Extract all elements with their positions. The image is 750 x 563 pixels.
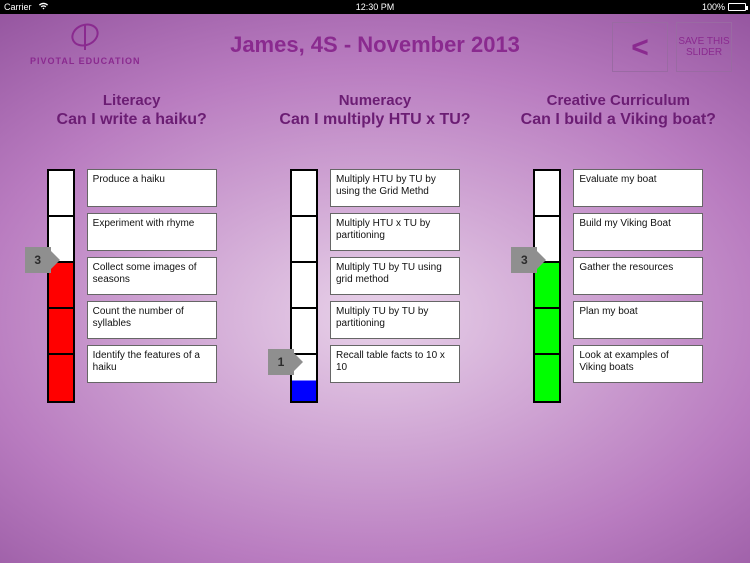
- battery-pct: 100%: [702, 2, 725, 12]
- step-item: Count the number of syllables: [87, 301, 217, 339]
- columns-row: 3 Produce a haiku Experiment with rhyme …: [0, 129, 750, 403]
- subject-header-literacy: Literacy Can I write a haiku?: [11, 92, 252, 129]
- subject-name: Literacy: [11, 92, 252, 109]
- step-item: Collect some images of seasons: [87, 257, 217, 295]
- subject-name: Numeracy: [255, 92, 496, 109]
- slider-segment: [292, 217, 316, 263]
- step-item: Build my Viking Boat: [573, 213, 703, 251]
- subject-question: Can I multiply HTU x TU?: [255, 111, 496, 129]
- slider-segment: [49, 309, 73, 355]
- slider-segment: [49, 263, 73, 309]
- subject-headers-row: Literacy Can I write a haiku? Numeracy C…: [0, 84, 750, 129]
- steps-list: Produce a haiku Experiment with rhyme Co…: [87, 169, 217, 383]
- slider-segment: [535, 355, 559, 401]
- slider-segment: [292, 263, 316, 309]
- steps-list: Multiply HTU by TU by using the Grid Met…: [330, 169, 460, 383]
- subject-question: Can I write a haiku?: [11, 111, 252, 129]
- wifi-icon: [38, 2, 49, 12]
- header: PIVOTAL EDUCATION James, 4S - November 2…: [0, 14, 750, 84]
- app-root: PIVOTAL EDUCATION James, 4S - November 2…: [0, 14, 750, 563]
- clock-label: 12:30 PM: [124, 2, 626, 12]
- slider-handle[interactable]: 3: [25, 247, 51, 273]
- back-button[interactable]: <: [612, 22, 668, 72]
- slider-handle[interactable]: 3: [511, 247, 537, 273]
- slider-segment: [49, 355, 73, 401]
- column-creative: 3 Evaluate my boat Build my Viking Boat …: [498, 169, 739, 403]
- slider-segment: [292, 171, 316, 217]
- step-item: Multiply HTU by TU by using the Grid Met…: [330, 169, 460, 207]
- step-item: Multiply TU by TU by partitioning: [330, 301, 460, 339]
- slider-creative[interactable]: 3: [533, 169, 561, 403]
- slider-segment: [535, 171, 559, 217]
- step-item: Gather the resources: [573, 257, 703, 295]
- step-item: Multiply TU by TU using grid method: [330, 257, 460, 295]
- steps-list: Evaluate my boat Build my Viking Boat Ga…: [573, 169, 703, 383]
- battery-icon: [728, 3, 746, 11]
- slider-segment: [292, 309, 316, 355]
- slider-track[interactable]: [533, 169, 561, 403]
- subject-header-creative: Creative Curriculum Can I build a Viking…: [498, 92, 739, 129]
- step-item: Produce a haiku: [87, 169, 217, 207]
- subject-header-numeracy: Numeracy Can I multiply HTU x TU?: [255, 92, 496, 129]
- slider-literacy[interactable]: 3: [47, 169, 75, 403]
- step-item: Look at examples of Viking boats: [573, 345, 703, 383]
- status-bar: Carrier 12:30 PM 100%: [0, 0, 750, 14]
- column-literacy: 3 Produce a haiku Experiment with rhyme …: [11, 169, 252, 403]
- slider-track[interactable]: [47, 169, 75, 403]
- step-item: Evaluate my boat: [573, 169, 703, 207]
- save-slider-button[interactable]: SAVE THIS SLIDER: [676, 22, 732, 72]
- subject-name: Creative Curriculum: [498, 92, 739, 109]
- carrier-label: Carrier: [4, 2, 32, 12]
- slider-segment: [49, 171, 73, 217]
- slider-numeracy[interactable]: 1: [290, 169, 318, 403]
- column-numeracy: 1 Multiply HTU by TU by using the Grid M…: [255, 169, 496, 403]
- step-item: Recall table facts to 10 x 10: [330, 345, 460, 383]
- step-item: Plan my boat: [573, 301, 703, 339]
- slider-segment: [535, 263, 559, 309]
- slider-handle[interactable]: 1: [268, 349, 294, 375]
- step-item: Experiment with rhyme: [87, 213, 217, 251]
- slider-segment: [535, 309, 559, 355]
- step-item: Multiply HTU x TU by partitioning: [330, 213, 460, 251]
- subject-question: Can I build a Viking boat?: [498, 111, 739, 129]
- step-item: Identify the features of a haiku: [87, 345, 217, 383]
